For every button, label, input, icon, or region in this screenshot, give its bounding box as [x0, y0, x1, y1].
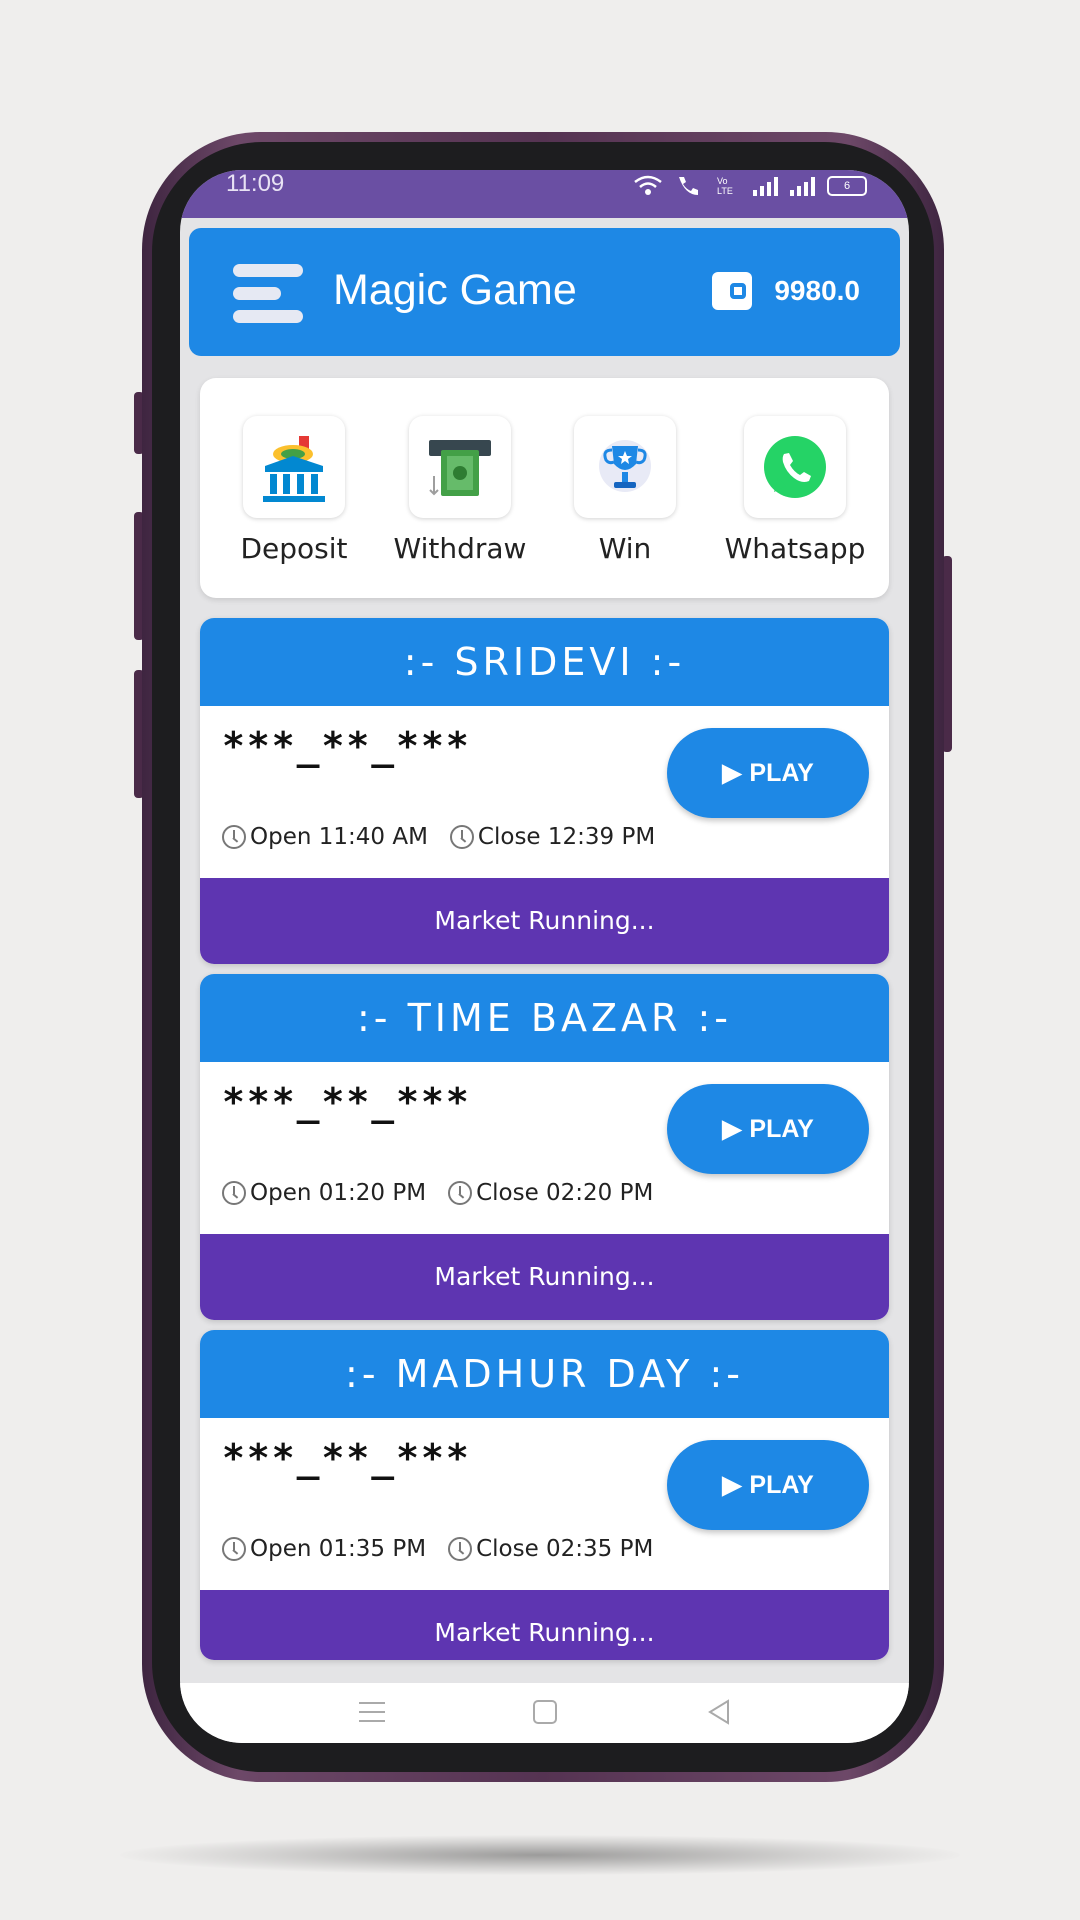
market-result: ***_**_*** — [222, 1436, 471, 1480]
close-time: Close 02:20 PM — [448, 1180, 653, 1206]
market-card-sridevi: :- SRIDEVI :- ***_**_*** Open 11:40 AM C… — [200, 618, 889, 964]
quick-actions-card: Deposit Withdraw Win Whatsapp — [200, 378, 889, 598]
market-card-madhur-day: :- MADHUR DAY :- ***_**_*** Open 01:35 P… — [200, 1330, 889, 1660]
clock-icon — [448, 1537, 473, 1561]
signal-icon — [790, 176, 815, 196]
trophy-icon — [574, 416, 676, 518]
open-time: Open 11:40 AM — [222, 824, 428, 850]
battery-icon: 6 — [827, 176, 867, 196]
market-times: Open 01:20 PM Close 02:20 PM — [222, 1180, 653, 1206]
open-time-text: Open 01:35 PM — [250, 1536, 427, 1562]
market-name: :- MADHUR DAY :- — [200, 1330, 889, 1418]
clock-icon — [222, 825, 246, 849]
wallet-icon — [712, 272, 753, 310]
play-button[interactable]: ▶ PLAY — [667, 728, 869, 818]
market-body: ***_**_*** Open 11:40 AM Close 12:39 PM … — [200, 706, 889, 878]
wifi-icon — [634, 175, 662, 195]
clock-icon — [222, 1537, 246, 1561]
open-time-text: Open 11:40 AM — [250, 824, 428, 850]
status-icons: Vo LTE 6 — [633, 174, 867, 196]
wallet[interactable]: 9980.0 — [712, 272, 860, 310]
whatsapp-label: Whatsapp — [724, 532, 866, 565]
back-icon[interactable] — [702, 1697, 736, 1727]
volte-icon: Vo LTE — [717, 176, 733, 196]
signal-icon — [753, 176, 778, 196]
market-times: Open 11:40 AM Close 12:39 PM — [222, 824, 655, 850]
system-navigation-bar — [180, 1683, 909, 1743]
withdraw-label: Withdraw — [393, 532, 527, 565]
open-time-text: Open 01:20 PM — [250, 1180, 427, 1206]
whatsapp-button[interactable]: Whatsapp — [715, 416, 875, 565]
app-header: Magic Game 9980.0 — [189, 228, 900, 356]
atm-cash-icon — [409, 416, 511, 518]
withdraw-button[interactable]: Withdraw — [380, 416, 540, 565]
open-time: Open 01:35 PM — [222, 1536, 426, 1562]
whatsapp-icon — [744, 416, 846, 518]
phone-shadow — [120, 1835, 960, 1875]
svg-text:LTE: LTE — [717, 186, 733, 196]
svg-text:Vo: Vo — [717, 176, 728, 186]
market-result: ***_**_*** — [222, 1080, 471, 1124]
status-time: 11:09 — [226, 170, 285, 197]
deposit-label: Deposit — [240, 532, 348, 565]
app-title: Magic Game — [333, 266, 577, 314]
market-times: Open 01:35 PM Close 02:35 PM — [222, 1536, 653, 1562]
deposit-button[interactable]: Deposit — [214, 416, 374, 565]
market-name: :- SRIDEVI :- — [200, 618, 889, 706]
menu-icon[interactable] — [233, 264, 303, 324]
play-label: PLAY — [749, 758, 814, 787]
home-icon[interactable] — [528, 1697, 562, 1727]
win-label: Win — [598, 532, 652, 565]
play-button[interactable]: ▶ PLAY — [667, 1440, 869, 1530]
clock-icon — [222, 1181, 246, 1205]
market-name: :- TIME BAZAR :- — [200, 974, 889, 1062]
market-status: Market Running... — [200, 1234, 889, 1320]
play-label: PLAY — [749, 1470, 814, 1499]
clock-icon — [448, 1181, 473, 1205]
bank-deposit-icon — [243, 416, 345, 518]
wallet-balance: 9980.0 — [774, 275, 860, 306]
close-time-text: Close 02:35 PM — [476, 1536, 654, 1562]
market-status: Market Running... — [200, 1590, 889, 1660]
play-label: PLAY — [749, 1114, 814, 1143]
play-button[interactable]: ▶ PLAY — [667, 1084, 869, 1174]
play-icon: ▶ — [722, 759, 742, 787]
market-status: Market Running... — [200, 878, 889, 964]
status-bar: 11:09 Vo LTE 6 — [180, 170, 909, 218]
phone-screen: 11:09 Vo LTE 6 Magic Game 9980.0 Deposit… — [180, 170, 909, 1743]
play-icon: ▶ — [722, 1471, 742, 1499]
win-button[interactable]: Win — [545, 416, 705, 565]
close-time-text: Close 02:20 PM — [476, 1180, 654, 1206]
close-time: Close 02:35 PM — [448, 1536, 653, 1562]
market-result: ***_**_*** — [222, 724, 471, 768]
market-body: ***_**_*** Open 01:20 PM Close 02:20 PM … — [200, 1062, 889, 1234]
open-time: Open 01:20 PM — [222, 1180, 426, 1206]
close-time: Close 12:39 PM — [449, 824, 656, 850]
wifi-calling-icon — [679, 177, 698, 195]
market-body: ***_**_*** Open 01:35 PM Close 02:35 PM … — [200, 1418, 889, 1590]
play-icon: ▶ — [722, 1115, 742, 1143]
recent-apps-icon[interactable] — [355, 1697, 389, 1727]
close-time-text: Close 12:39 PM — [477, 824, 656, 850]
market-card-time-bazar: :- TIME BAZAR :- ***_**_*** Open 01:20 P… — [200, 974, 889, 1320]
clock-icon — [449, 825, 474, 849]
